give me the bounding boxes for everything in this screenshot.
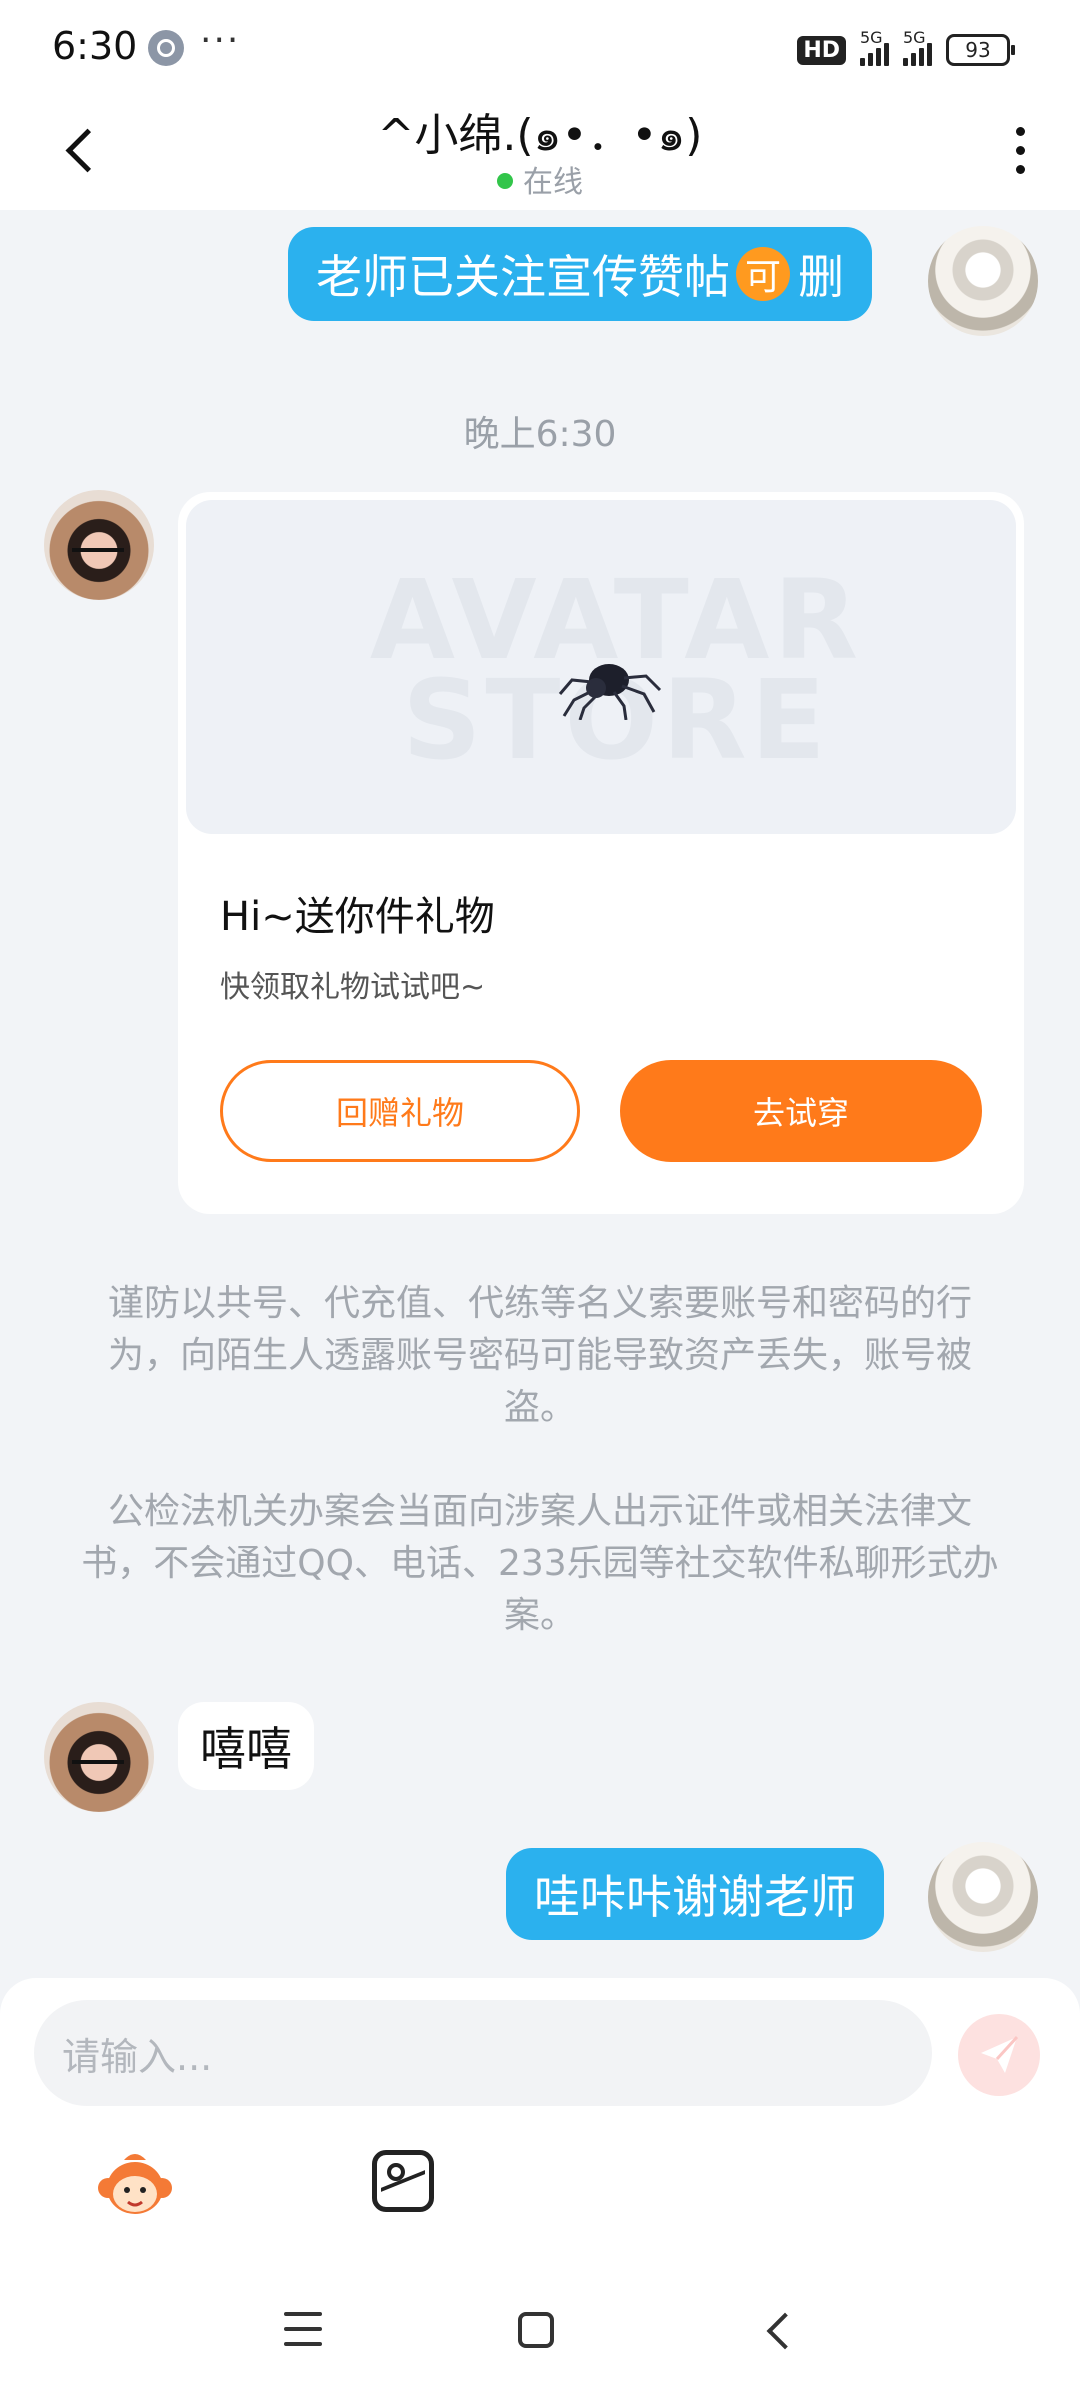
hd-badge: HD (797, 35, 846, 65)
spider-icon (558, 664, 662, 720)
send-icon[interactable] (958, 2014, 1040, 2096)
online-status: 在线 (0, 157, 1080, 201)
contact-avatar[interactable] (44, 490, 154, 600)
signal-1-label: 5G (860, 28, 883, 47)
online-dot-icon (497, 172, 513, 189)
status-more-icon: ··· (200, 20, 241, 61)
image-icon[interactable] (372, 2150, 434, 2212)
status-right-group: HD 5G 5G 93 (797, 28, 1015, 70)
send-icon-glyph (981, 2035, 1019, 2073)
signal-2-icon: 5G (903, 28, 932, 66)
gift-card[interactable]: AVATAR STORE Hi~送你件礼物 快领取礼物试试吧~ 回赠礼物 去试穿 (178, 492, 1024, 1214)
signal-1-icon: 5G (860, 28, 889, 66)
gift-subtitle: 快领取礼物试试吧~ (220, 970, 486, 1005)
return-gift-button[interactable]: 回赠礼物 (220, 1060, 580, 1162)
menu-icon[interactable] (284, 2312, 322, 2346)
status-bar: 6:30 ··· HD 5G 5G 93 (0, 0, 1080, 95)
home-icon[interactable] (518, 2312, 554, 2348)
gift-title: Hi~送你件礼物 (220, 894, 495, 940)
my-avatar[interactable] (928, 226, 1038, 336)
contact-avatar[interactable] (44, 1702, 154, 1812)
timestamp: 晚上6:30 (463, 414, 617, 455)
status-time: 6:30 (52, 24, 138, 68)
try-on-button[interactable]: 去试穿 (620, 1060, 982, 1162)
gift-image[interactable]: AVATAR STORE (186, 500, 1016, 834)
monkey-emoji-icon[interactable] (96, 2152, 174, 2218)
battery-icon: 93 (946, 34, 1015, 66)
signal-2-label: 5G (903, 28, 926, 47)
more-vertical-icon[interactable] (1000, 115, 1040, 185)
online-status-label: 在线 (523, 165, 583, 200)
back-icon[interactable] (764, 2314, 796, 2346)
message-bubble-outgoing[interactable]: 哇咔咔谢谢老师 (506, 1848, 884, 1940)
security-notice-police: 公检法机关办案会当面向涉案人出示证件或相关法律文书，不会通过QQ、电话、233乐… (81, 1491, 999, 1636)
message-text: 老师已关注宣传赞帖 (316, 250, 730, 304)
chat-header: ^小绵.(๑•．•๑) 在线 (0, 95, 1080, 210)
message-bubble-outgoing[interactable]: 老师已关注宣传赞帖可删 (288, 227, 872, 321)
badge-ke: 可 (736, 247, 790, 301)
message-bubble-incoming[interactable]: 嘻嘻 (178, 1702, 314, 1790)
message-input[interactable]: 请输入... (34, 2000, 932, 2106)
my-avatar[interactable] (928, 1842, 1038, 1952)
steering-app-icon (148, 30, 184, 66)
message-text-suffix: 删 (798, 250, 844, 304)
security-notice-account: 谨防以共号、代充值、代练等名义索要账号和密码的行为，向陌生人透露账号密码可能导致… (107, 1283, 972, 1428)
